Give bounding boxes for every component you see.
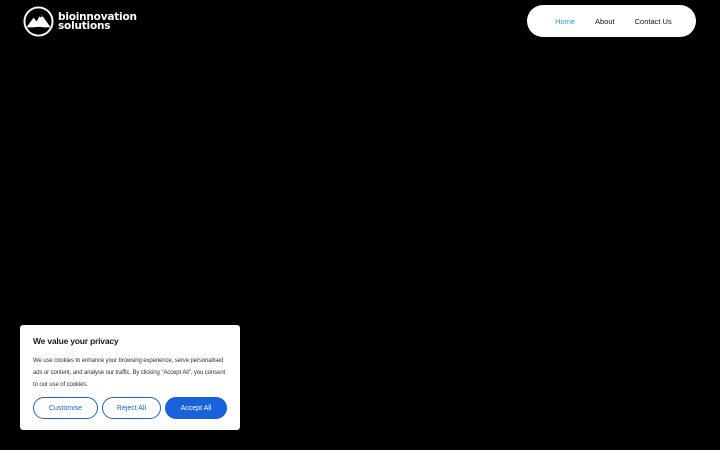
main-nav: Home About Contact Us bbox=[527, 5, 696, 37]
customise-button[interactable]: Customise bbox=[33, 397, 98, 419]
nav-item-about[interactable]: About bbox=[595, 17, 615, 26]
cookie-banner-message: We use cookies to enhance your browsing … bbox=[33, 358, 226, 388]
nav-item-contact-us[interactable]: Contact Us bbox=[635, 17, 672, 26]
nav-item-home[interactable]: Home bbox=[555, 17, 575, 26]
mountain-circle-logo-icon bbox=[23, 6, 54, 37]
cookie-banner-title: We value your privacy bbox=[33, 336, 119, 346]
accept-all-button[interactable]: Accept All bbox=[165, 397, 227, 419]
reject-all-button[interactable]: Reject All bbox=[102, 397, 161, 419]
site-logo[interactable]: bioinnovation solutions bbox=[23, 6, 137, 37]
cookie-banner-actions: Customise Reject All Accept All bbox=[33, 397, 227, 419]
cookie-consent-banner: We value your privacy We use cookies to … bbox=[20, 325, 240, 430]
brand-wordmark: bioinnovation solutions bbox=[58, 11, 137, 32]
brand-line-2: solutions bbox=[58, 19, 111, 32]
